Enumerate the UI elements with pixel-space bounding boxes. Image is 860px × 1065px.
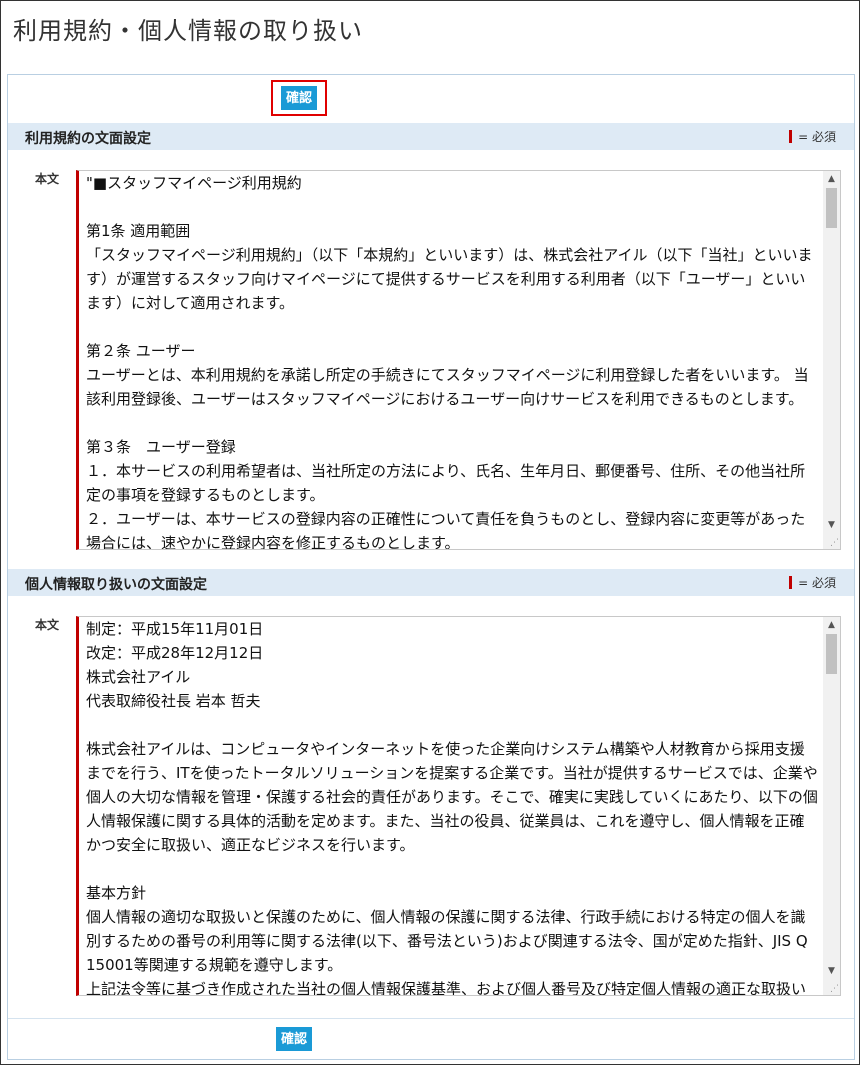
- confirm-button-bottom[interactable]: 確認: [276, 1027, 312, 1051]
- required-marker-icon: [789, 130, 793, 143]
- divider: [8, 1018, 854, 1019]
- scroll-thumb[interactable]: [826, 188, 837, 228]
- scroll-thumb[interactable]: [826, 634, 837, 674]
- privacy-body-textarea[interactable]: 制定：平成15年11月01日 改定：平成28年12月12日 株式会社アイル 代表…: [76, 616, 841, 996]
- settings-panel: 確認 利用規約の文面設定 = 必須 本文 "■スタッフマイページ利用規約 第1条…: [7, 74, 855, 1060]
- scroll-down-arrow-icon[interactable]: ▼: [823, 963, 840, 979]
- confirm-button-highlight: 確認: [271, 80, 327, 116]
- privacy-body-label: 本文: [35, 618, 60, 632]
- privacy-scrollbar[interactable]: ▲ ▼: [823, 617, 840, 995]
- terms-body-text: "■スタッフマイページ利用規約 第1条 適用範囲 「スタッフマイページ利用規約」…: [86, 174, 813, 550]
- window-frame: 利用規約・個人情報の取り扱い 確認 利用規約の文面設定 = 必須 本文 "■スタ…: [0, 0, 860, 1065]
- terms-body-label: 本文: [35, 172, 60, 186]
- terms-section-title: 利用規約の文面設定: [25, 131, 151, 147]
- scroll-down-arrow-icon[interactable]: ▼: [823, 517, 840, 533]
- privacy-section-header: 個人情報取り扱いの文面設定 = 必須: [8, 569, 854, 596]
- confirm-button-top[interactable]: 確認: [281, 86, 317, 110]
- resize-handle-icon[interactable]: ⋰: [830, 539, 839, 548]
- privacy-body-text: 制定：平成15年11月01日 改定：平成28年12月12日 株式会社アイル 代表…: [86, 620, 818, 996]
- privacy-section-title: 個人情報取り扱いの文面設定: [25, 577, 207, 593]
- required-marker-icon: [789, 576, 793, 589]
- terms-body-textarea[interactable]: "■スタッフマイページ利用規約 第1条 適用範囲 「スタッフマイページ利用規約」…: [76, 170, 841, 550]
- scroll-up-arrow-icon[interactable]: ▲: [823, 171, 840, 187]
- required-legend: = 必須: [789, 574, 836, 591]
- required-legend: = 必須: [789, 128, 836, 145]
- terms-scrollbar[interactable]: ▲ ▼: [823, 171, 840, 549]
- terms-section-header: 利用規約の文面設定 = 必須: [8, 123, 854, 150]
- page-title: 利用規約・個人情報の取り扱い: [13, 17, 363, 45]
- resize-handle-icon[interactable]: ⋰: [830, 985, 839, 994]
- scroll-up-arrow-icon[interactable]: ▲: [823, 617, 840, 633]
